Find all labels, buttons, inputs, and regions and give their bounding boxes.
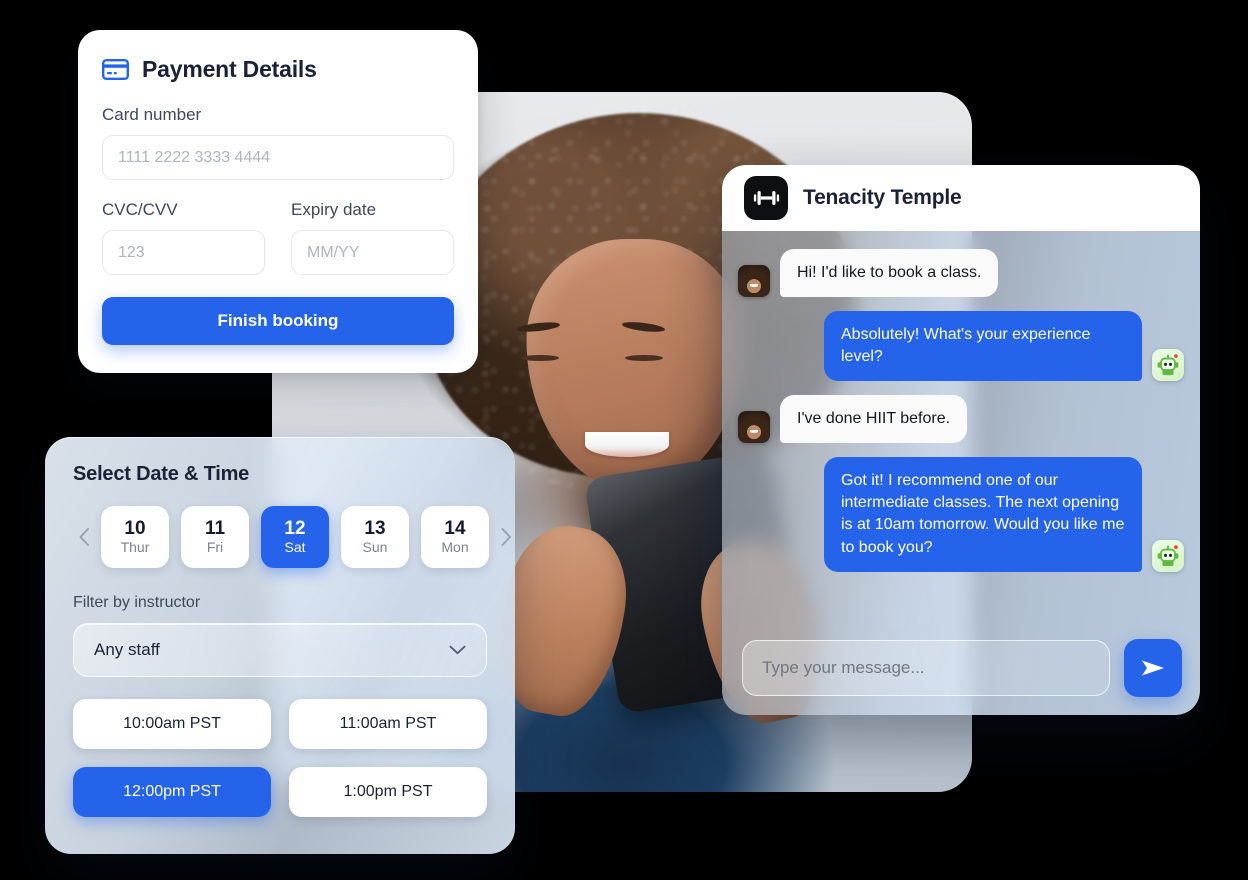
- card-number-label: Card number: [102, 105, 202, 124]
- time-slot[interactable]: 12:00pm PST: [73, 767, 271, 817]
- instructor-select[interactable]: Any staff: [73, 623, 487, 677]
- chevron-right-icon: [501, 528, 511, 546]
- message-bubble: Got it! I recommend one of our intermedi…: [824, 457, 1142, 572]
- chat-header: Tenacity Temple: [722, 165, 1200, 231]
- date-card-day: 12: [284, 517, 306, 539]
- chat-message-list: Hi! I'd like to book a class. Absolutely!…: [722, 231, 1200, 715]
- chat-composer: Type your message...: [742, 639, 1182, 697]
- finish-booking-button[interactable]: Finish booking: [102, 297, 454, 345]
- payment-secondary-row: CVC/CVV 123 Expiry date MM/YY: [102, 200, 454, 275]
- messages-container: Hi! I'd like to book a class. Absolutely!…: [738, 249, 1184, 572]
- expiry-input[interactable]: MM/YY: [291, 230, 454, 275]
- screenshot-stage: Payment Details Card number 1111 2222 33…: [0, 0, 1248, 880]
- expiry-label: Expiry date: [291, 200, 377, 219]
- brand-logo: [744, 176, 788, 220]
- card-number-group: Card number 1111 2222 3333 4444: [102, 105, 454, 180]
- date-card-weekday: Fri: [206, 538, 224, 555]
- instructor-filter-label: Filter by instructor: [73, 594, 201, 611]
- date-card-11[interactable]: 11 Fri: [181, 506, 249, 568]
- time-slot[interactable]: 1:00pm PST: [289, 767, 487, 817]
- date-card-12[interactable]: 12 Sat: [261, 506, 329, 568]
- time-slot[interactable]: 10:00am PST: [73, 699, 271, 749]
- photo-eye-right: [624, 354, 663, 361]
- date-card-day: 13: [364, 517, 386, 539]
- message-bubble: Absolutely! What's your experience level…: [824, 311, 1142, 382]
- date-card-10[interactable]: 10 Thur: [101, 506, 169, 568]
- robot-icon: [1157, 544, 1179, 566]
- date-card-weekday: Thur: [120, 538, 150, 555]
- user-avatar: [738, 411, 770, 444]
- chat-message-bot: Got it! I recommend one of our intermedi…: [738, 457, 1184, 572]
- chat-widget: Tenacity Temple Hi! I'd like to book a c…: [722, 165, 1200, 715]
- chat-message-user: I've done HIIT before.: [738, 395, 1184, 444]
- date-strip: 10 Thur 11 Fri 12 Sat 13 Sun 14 Mon: [73, 506, 511, 568]
- robot-avatar: [1152, 349, 1184, 382]
- chat-message-user: Hi! I'd like to book a class.: [738, 249, 1184, 298]
- date-card-14[interactable]: 14 Mon: [421, 506, 489, 568]
- prev-dates-button[interactable]: [73, 520, 95, 554]
- robot-icon: [1157, 354, 1179, 376]
- booking-panel-title: Select Date & Time: [73, 463, 250, 485]
- expiry-group: Expiry date MM/YY: [291, 200, 454, 275]
- date-list: 10 Thur 11 Fri 12 Sat 13 Sun 14 Mon: [101, 506, 489, 568]
- cvc-label: CVC/CVV: [102, 200, 178, 219]
- select-date-time-panel: Select Date & Time 10 Thur 11 Fri 12 Sat 13 Sun…: [45, 437, 515, 854]
- payment-details-card: Payment Details Card number 1111 2222 33…: [78, 30, 478, 373]
- chevron-left-icon: [79, 528, 89, 546]
- date-card-day: 11: [204, 517, 226, 539]
- date-card-weekday: Mon: [441, 538, 469, 555]
- next-dates-button[interactable]: [495, 520, 517, 554]
- send-icon: [1142, 660, 1164, 676]
- user-avatar: [738, 265, 770, 298]
- message-bubble: Hi! I'd like to book a class.: [780, 249, 999, 298]
- send-button[interactable]: [1124, 639, 1182, 697]
- date-card-day: 10: [124, 517, 146, 539]
- date-card-13[interactable]: 13 Sun: [341, 506, 409, 568]
- chat-message-bot: Absolutely! What's your experience level…: [738, 311, 1184, 382]
- date-card-day: 14: [444, 517, 466, 539]
- date-card-weekday: Sun: [362, 538, 388, 555]
- cvc-group: CVC/CVV 123: [102, 200, 265, 275]
- message-bubble: I've done HIIT before.: [780, 395, 968, 444]
- page-title: Payment Details: [142, 56, 317, 82]
- brand-name: Tenacity Temple: [803, 186, 962, 209]
- credit-card-icon: [102, 59, 129, 80]
- cvc-input[interactable]: 123: [102, 230, 265, 275]
- robot-avatar: [1152, 539, 1184, 572]
- instructor-select-value: Any staff: [94, 640, 160, 659]
- message-input[interactable]: Type your message...: [742, 640, 1110, 696]
- chevron-down-icon: [449, 645, 466, 655]
- dumbbell-icon: [753, 191, 779, 205]
- payment-header: Payment Details: [102, 56, 454, 83]
- time-slot[interactable]: 11:00am PST: [289, 699, 487, 749]
- photo-eye-left: [521, 354, 559, 361]
- time-slot-grid: 10:00am PST 11:00am PST 12:00pm PST 1:00pm …: [73, 699, 487, 817]
- card-number-input[interactable]: 1111 2222 3333 4444: [102, 135, 454, 180]
- date-card-weekday: Sat: [284, 538, 306, 555]
